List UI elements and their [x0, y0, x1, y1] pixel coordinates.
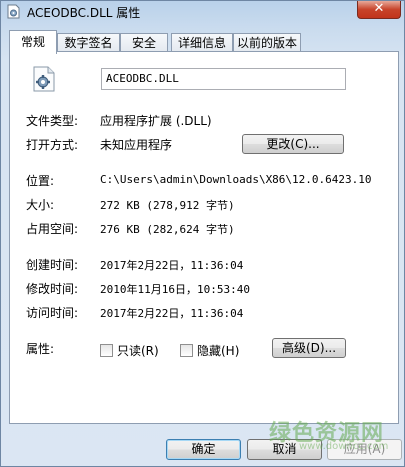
separator: [26, 245, 386, 246]
accessed-value: 2017年2月22日，11:36:04: [100, 307, 244, 320]
close-button[interactable]: ✕: [357, 1, 401, 19]
location-value: C:\Users\admin\Downloads\X86\12.0.6423.1…: [100, 173, 372, 186]
readonly-label: 只读(R): [117, 344, 159, 358]
created-value: 2017年2月22日，11:36:04: [100, 259, 244, 272]
ok-button[interactable]: 确定: [166, 439, 241, 460]
watermark-url: www.downcc.com: [299, 441, 389, 452]
location-label: 位置:: [26, 174, 55, 188]
modified-value: 2010年11月16日，10:53:40: [100, 283, 250, 296]
separator: [26, 99, 386, 100]
tab-details[interactable]: 详细信息: [171, 33, 233, 53]
modified-label: 修改时间:: [26, 282, 79, 296]
file-name-field[interactable]: ACEODBC.DLL: [101, 68, 346, 90]
general-panel: ACEODBC.DLL 文件类型: 应用程序扩展 (.DLL) 打开方式: 未知…: [9, 51, 399, 424]
readonly-checkbox-box[interactable]: [100, 344, 113, 357]
tab-previous-versions[interactable]: 以前的版本: [233, 33, 301, 53]
size-label: 大小:: [26, 198, 55, 212]
dll-file-icon: [7, 4, 20, 19]
hidden-checkbox-box[interactable]: [180, 344, 193, 357]
size-value: 272 KB (278,912 字节): [100, 199, 235, 212]
advanced-button[interactable]: 高级(D)...: [272, 338, 346, 358]
tab-general[interactable]: 常规: [9, 30, 57, 54]
close-icon: ✕: [373, 1, 385, 16]
title-bar[interactable]: ACEODBC.DLL 属性 ✕: [1, 1, 404, 23]
separator: [26, 163, 386, 164]
readonly-checkbox[interactable]: 只读(R): [100, 342, 159, 359]
tab-security[interactable]: 安全: [120, 33, 168, 53]
attributes-label: 属性:: [26, 342, 55, 356]
tab-digital-signature[interactable]: 数字签名: [57, 33, 120, 53]
file-type-value: 应用程序扩展 (.DLL): [100, 114, 212, 128]
gear-document-icon: [33, 66, 55, 92]
separator: [26, 328, 386, 329]
created-label: 创建时间:: [26, 258, 79, 272]
window-title: ACEODBC.DLL 属性: [27, 6, 141, 20]
hidden-checkbox[interactable]: 隐藏(H): [180, 342, 239, 359]
open-with-value: 未知应用程序: [100, 138, 173, 152]
properties-window: ACEODBC.DLL 属性 ✕ 常规 数字签名 安全 详细信息 以前的版本 A…: [0, 0, 405, 467]
disk-size-value: 276 KB (282,624 字节): [100, 223, 235, 236]
open-with-label: 打开方式:: [26, 138, 79, 152]
disk-size-label: 占用空间:: [26, 222, 79, 236]
file-type-label: 文件类型:: [26, 114, 79, 128]
hidden-label: 隐藏(H): [197, 344, 240, 358]
change-button[interactable]: 更改(C)...: [242, 134, 344, 154]
accessed-label: 访问时间:: [26, 306, 79, 320]
